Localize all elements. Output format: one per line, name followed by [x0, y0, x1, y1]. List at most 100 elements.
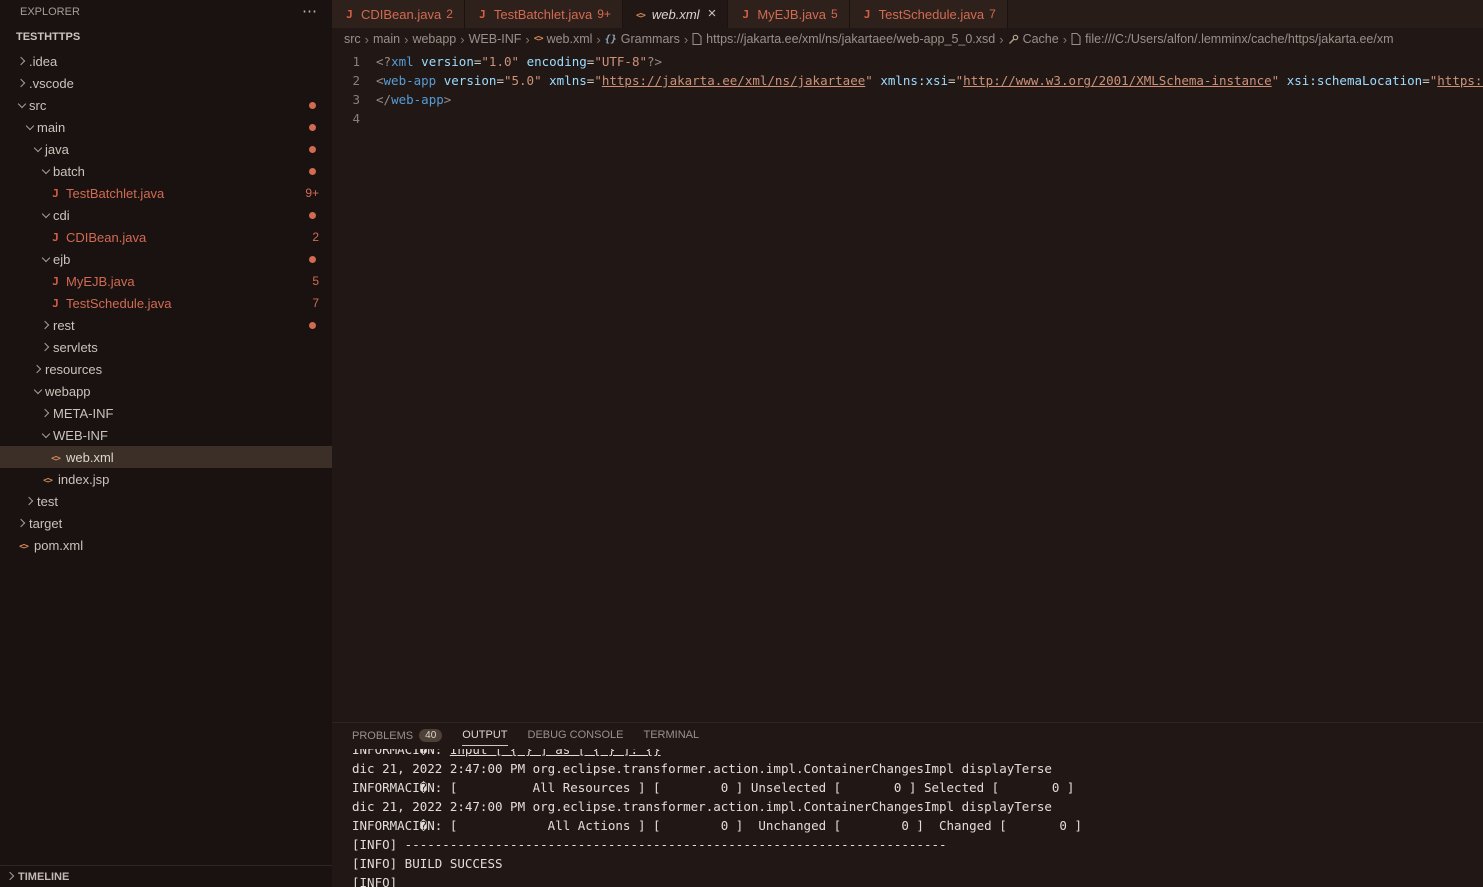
chevron-right-icon[interactable]: [40, 407, 53, 420]
code-line[interactable]: 2 <web-app version="5.0" xmlns="https://…: [332, 71, 1483, 90]
panel-tab-output[interactable]: OUTPUT: [462, 729, 507, 746]
chevron-down-icon[interactable]: [40, 165, 53, 178]
chevron-right-icon[interactable]: [16, 77, 29, 90]
tree-item-ejb[interactable]: ejb: [0, 248, 332, 270]
breadcrumb-separator-icon: [525, 32, 529, 47]
file-name: TestSchedule.java: [66, 296, 172, 311]
tab-testbatchlet-java[interactable]: TestBatchlet.java 9+: [465, 0, 623, 28]
breadcrumb-cache[interactable]: Cache: [1008, 32, 1059, 46]
tree-item-vscode[interactable]: .vscode: [0, 72, 332, 94]
folder-name: webapp: [45, 384, 91, 399]
output-line: dic 21, 2022 2:47:00 PM org.eclipse.tran…: [352, 759, 1483, 778]
modified-dot: [309, 168, 316, 175]
tree-item-servlets[interactable]: servlets: [0, 336, 332, 358]
tree-item-resources[interactable]: resources: [0, 358, 332, 380]
tree-item-main[interactable]: main: [0, 116, 332, 138]
folder-name: java: [45, 142, 69, 157]
tree-item-idea[interactable]: .idea: [0, 50, 332, 72]
code-text: <?xml version="1.0" encoding="UTF-8"?>: [376, 52, 662, 71]
folder-name: .vscode: [29, 76, 74, 91]
chevron-right-icon[interactable]: [32, 363, 45, 376]
more-actions-icon[interactable]: ⋯: [302, 7, 318, 17]
code-line[interactable]: 1 <?xml version="1.0" encoding="UTF-8"?>: [332, 52, 1483, 71]
tree-item-webapp[interactable]: webapp: [0, 380, 332, 402]
folder-name: batch: [53, 164, 85, 179]
tree-item-batch[interactable]: batch: [0, 160, 332, 182]
folder-name: resources: [45, 362, 102, 377]
tree-item-testschedule-java[interactable]: TestSchedule.java 7: [0, 292, 332, 314]
breadcrumb-separator-icon: [1063, 32, 1067, 47]
tree-item-web-inf[interactable]: WEB-INF: [0, 424, 332, 446]
breadcrumb-main[interactable]: main: [373, 32, 400, 46]
tab-label: web.xml: [652, 7, 700, 22]
panel-tab-debug-console[interactable]: DEBUG CONSOLE: [528, 729, 624, 745]
modified-dot: [309, 322, 316, 329]
tree-item-test[interactable]: test: [0, 490, 332, 512]
chevron-right-icon[interactable]: [24, 495, 37, 508]
output-line: [INFO] BUILD SUCCESS: [352, 854, 1483, 873]
tab-myejb-java[interactable]: MyEJB.java 5: [728, 0, 849, 28]
xml-file-icon: [48, 450, 63, 465]
breadcrumb-separator-icon: [999, 32, 1003, 47]
tree-item-web-xml[interactable]: web.xml: [0, 446, 332, 468]
breadcrumb-web-xml[interactable]: web.xml: [534, 32, 593, 46]
tab-cdibean-java[interactable]: CDIBean.java 2: [332, 0, 465, 28]
file-icon: [692, 33, 702, 45]
chevron-right-icon[interactable]: [40, 341, 53, 354]
breadcrumb-web-inf[interactable]: WEB-INF: [469, 32, 522, 46]
chevron-right-icon: [5, 870, 18, 883]
folder-name: cdi: [53, 208, 70, 223]
breadcrumb-grammars[interactable]: Grammars: [605, 32, 680, 46]
tree-item-cdibean-java[interactable]: CDIBean.java 2: [0, 226, 332, 248]
tree-item-myejb-java[interactable]: MyEJB.java 5: [0, 270, 332, 292]
vscode-window: EXPLORER ⋯ TESTHTTPS .idea .vscode src m…: [0, 0, 1483, 887]
tree-item-testbatchlet-java[interactable]: TestBatchlet.java 9+: [0, 182, 332, 204]
editor-tabbar: CDIBean.java 2 TestBatchlet.java 9+ web.…: [332, 0, 1483, 28]
tree-item-rest[interactable]: rest: [0, 314, 332, 336]
output-log: INFORMACI�N: Input [ { } ] as [ { } ]: {…: [332, 749, 1483, 887]
code-line[interactable]: 4: [332, 109, 1483, 128]
chevron-down-icon[interactable]: [40, 429, 53, 442]
tab-error-count: 7: [989, 7, 996, 21]
chevron-down-icon[interactable]: [32, 143, 45, 156]
chevron-right-icon[interactable]: [16, 517, 29, 530]
code-text: <web-app version="5.0" xmlns="https://ja…: [376, 71, 1483, 90]
tree-item-meta-inf[interactable]: META-INF: [0, 402, 332, 424]
chevron-down-icon[interactable]: [40, 253, 53, 266]
code-text: </web-app>: [376, 90, 451, 109]
close-icon[interactable]: ×: [708, 7, 717, 21]
chevron-right-icon[interactable]: [16, 55, 29, 68]
tab-web-xml[interactable]: web.xml ×: [623, 0, 728, 28]
code-line[interactable]: 3 </web-app>: [332, 90, 1483, 109]
breadcrumb-xsd-url[interactable]: https://jakarta.ee/xml/ns/jakartaee/web-…: [692, 32, 995, 46]
line-number: 1: [332, 52, 376, 71]
jsp-file-icon: [40, 472, 55, 487]
tree-item-index-jsp[interactable]: index.jsp: [0, 468, 332, 490]
file-name: index.jsp: [58, 472, 109, 487]
tab-label: TestSchedule.java: [879, 7, 985, 22]
chevron-down-icon[interactable]: [40, 209, 53, 222]
chevron-down-icon[interactable]: [24, 121, 37, 134]
chevron-down-icon[interactable]: [32, 385, 45, 398]
breadcrumb-webapp[interactable]: webapp: [412, 32, 456, 46]
tree-item-src[interactable]: src: [0, 94, 332, 116]
breadcrumb-src[interactable]: src: [344, 32, 361, 46]
timeline-section[interactable]: TIMELINE: [0, 865, 332, 887]
tree-item-cdi[interactable]: cdi: [0, 204, 332, 226]
chevron-down-icon[interactable]: [16, 99, 29, 112]
code-editor[interactable]: 1 <?xml version="1.0" encoding="UTF-8"?>…: [332, 50, 1483, 722]
tree-item-pom-xml[interactable]: pom.xml: [0, 534, 332, 556]
file-name: TestBatchlet.java: [66, 186, 164, 201]
panel-tab-terminal[interactable]: TERMINAL: [643, 729, 699, 745]
chevron-right-icon[interactable]: [40, 319, 53, 332]
tab-testschedule-java[interactable]: TestSchedule.java 7: [850, 0, 1008, 28]
tab-error-count: 2: [446, 7, 453, 21]
tree-item-target[interactable]: target: [0, 512, 332, 534]
explorer-title: EXPLORER: [20, 6, 80, 18]
breadcrumb-cache-file-url[interactable]: file:///C:/Users/alfon/.lemminx/cache/ht…: [1071, 32, 1393, 46]
xml-file-icon: [16, 538, 31, 553]
tree-item-java[interactable]: java: [0, 138, 332, 160]
panel-tab-problems[interactable]: PROBLEMS 40: [352, 729, 442, 746]
project-section-header[interactable]: TESTHTTPS: [0, 24, 332, 50]
folder-name: target: [29, 516, 62, 531]
